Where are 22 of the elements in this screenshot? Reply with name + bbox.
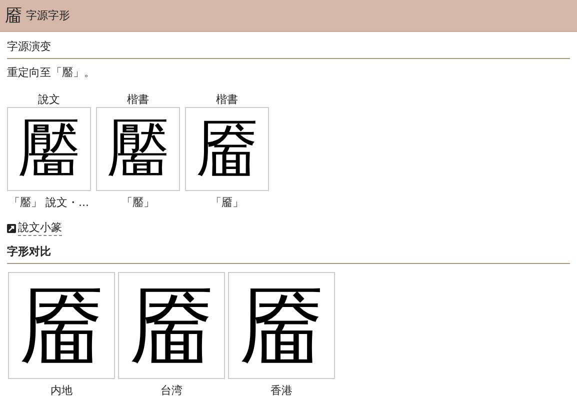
seal-script-link[interactable]: 說文小篆	[18, 220, 62, 236]
script-label: 楷書	[127, 92, 149, 107]
region-label: 内地	[50, 383, 72, 398]
region-label: 台湾	[160, 383, 182, 398]
region-label: 香港	[270, 383, 292, 398]
glyph-caption: 「靥」	[210, 195, 244, 210]
glyph-caption: 「靨」 說文・...	[9, 195, 89, 210]
section-heading: 字形对比	[7, 244, 570, 264]
external-link-icon	[7, 224, 16, 232]
glyph-image: 靥	[228, 272, 335, 379]
glyph-image: 靨	[7, 107, 91, 191]
script-label: 楷書	[216, 92, 238, 107]
character-icon: 靥	[5, 4, 22, 27]
glyph-caption: 「靨」	[122, 195, 154, 210]
glyph-image: 靨	[96, 107, 180, 191]
glyph-image: 靥	[8, 272, 115, 379]
script-label: 說文	[38, 92, 60, 107]
glyph-image: 靥	[118, 272, 225, 379]
section-heading: 字源演变	[7, 39, 570, 59]
glyph-image: 靥	[185, 107, 269, 191]
header-title: 字源字形	[26, 8, 70, 23]
redirect-note: 重定向至「靨」。	[7, 65, 96, 80]
